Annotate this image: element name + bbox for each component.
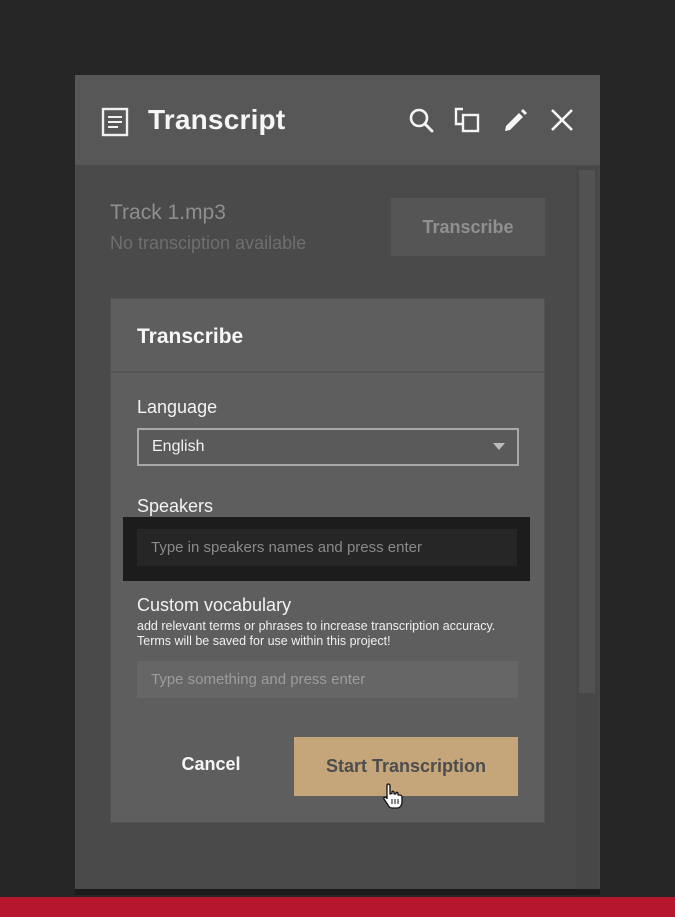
track-row: Track 1.mp3 No transciption available Tr… <box>75 165 575 275</box>
speakers-field-focus <box>123 517 530 581</box>
transcribe-button[interactable]: Transcribe <box>391 198 545 256</box>
pencil-icon <box>500 105 530 135</box>
search-button[interactable] <box>406 105 436 135</box>
chevron-down-icon <box>493 443 505 450</box>
transcript-panel: Transcript Track 1.mp3 No transciption a… <box>75 75 600 889</box>
start-transcription-button[interactable]: Start Transcription <box>294 737 518 796</box>
vocab-label: Custom vocabulary <box>137 595 292 615</box>
speakers-label: Speakers <box>137 496 214 516</box>
close-icon <box>547 105 577 135</box>
track-status: No transciption available <box>110 233 307 253</box>
copy-button[interactable] <box>452 105 482 135</box>
language-label: Language <box>137 397 218 417</box>
document-icon <box>101 107 129 137</box>
copy-icon <box>452 105 482 135</box>
panel-header: Transcript <box>75 75 600 165</box>
dialog-title: Transcribe <box>137 325 244 348</box>
vocab-help-line-1: add relevant terms or phrases to increas… <box>137 619 496 633</box>
speakers-input[interactable] <box>137 529 517 566</box>
scrollbar-thumb[interactable] <box>579 170 595 693</box>
vocab-input[interactable] <box>137 661 518 698</box>
vocab-help-line-2: Terms will be saved for use within this … <box>137 634 391 648</box>
cancel-button[interactable]: Cancel <box>151 754 271 778</box>
search-icon <box>406 105 436 135</box>
edit-button[interactable] <box>500 105 530 135</box>
dialog-header: Transcribe <box>111 299 544 373</box>
hand-cursor-icon <box>381 782 405 810</box>
language-value: English <box>152 438 205 455</box>
language-select[interactable]: English <box>137 428 519 466</box>
track-name: Track 1.mp3 <box>110 201 226 224</box>
vocab-help-text: add relevant terms or phrases to increas… <box>137 619 527 649</box>
bottom-accent-bar <box>0 897 675 917</box>
panel-title: Transcript <box>148 104 286 135</box>
close-button[interactable] <box>547 105 577 135</box>
transcribe-dialog: Transcribe Language English Speakers Cus… <box>110 298 545 823</box>
